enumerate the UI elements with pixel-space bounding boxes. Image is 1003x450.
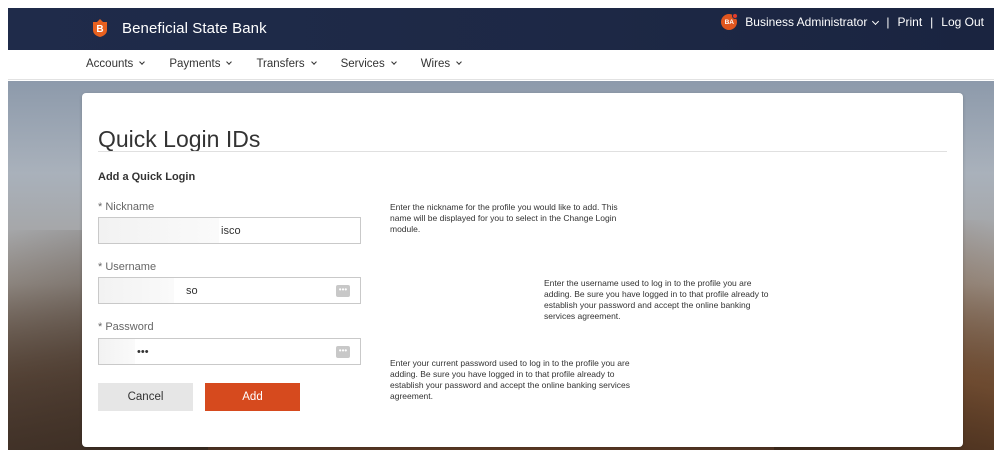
nickname-value: isco — [221, 225, 241, 237]
password-manager-icon[interactable]: ••• — [336, 346, 350, 358]
title-divider — [98, 151, 947, 152]
logout-link[interactable]: Log Out — [941, 15, 984, 29]
nickname-field[interactable]: isco — [98, 217, 361, 244]
logo-letter: B — [96, 24, 103, 35]
separator: | — [886, 15, 890, 29]
password-label: * Password — [98, 321, 154, 333]
nav-accounts[interactable]: Accounts — [86, 58, 146, 70]
username-label: * Username — [98, 261, 157, 273]
nickname-label: * Nickname — [98, 201, 155, 213]
brand-name[interactable]: Beneficial State Bank — [122, 20, 267, 37]
main-nav: Accounts Payments Transfers Services Wir… — [8, 50, 994, 80]
chevron-down-icon — [456, 59, 462, 65]
chevron-down-icon — [310, 59, 317, 65]
section-title: Add a Quick Login — [98, 171, 196, 183]
password-field[interactable]: ••• ••• — [98, 338, 361, 365]
chevron-down-icon — [139, 59, 146, 65]
password-manager-icon[interactable]: ••• — [336, 285, 350, 297]
password-value: ••• — [137, 346, 149, 358]
nav-transfers[interactable]: Transfers — [256, 58, 317, 70]
nav-services-label: Services — [340, 58, 385, 70]
bank-logo-icon[interactable]: B — [91, 18, 109, 38]
quick-login-card: Quick Login IDs Add a Quick Login * Nick… — [82, 93, 963, 447]
separator: | — [930, 15, 934, 29]
nav-wires-label: Wires — [420, 58, 451, 70]
user-menu[interactable]: Business Administrator — [745, 15, 880, 29]
nav-wires[interactable]: Wires — [420, 58, 462, 70]
nav-transfers-label: Transfers — [256, 58, 305, 70]
user-avatar: BA — [721, 13, 739, 30]
print-link[interactable]: Print — [897, 15, 922, 29]
nav-services[interactable]: Services — [340, 58, 397, 70]
page-title: Quick Login IDs — [98, 126, 261, 152]
redacted-area — [99, 218, 219, 243]
username-value: so — [186, 285, 198, 297]
chevron-down-icon — [872, 17, 880, 26]
username-help: Enter the username used to log in to the… — [544, 278, 769, 321]
user-menu-label: Business Administrator — [745, 15, 868, 29]
nickname-help: Enter the nickname for the profile you w… — [390, 202, 618, 234]
chevron-down-icon — [226, 59, 233, 65]
password-help: Enter your current password used to log … — [390, 358, 631, 401]
redacted-area — [99, 278, 174, 303]
notification-dot — [732, 13, 739, 19]
username-field[interactable]: so ••• — [98, 277, 361, 304]
nav-payments-label: Payments — [169, 58, 221, 70]
redacted-area — [99, 339, 135, 364]
top-header: B Beneficial State Bank BA Business Admi… — [8, 8, 994, 50]
nav-accounts-label: Accounts — [86, 58, 134, 70]
user-initials: BA — [724, 18, 734, 26]
add-button[interactable]: Add — [205, 383, 300, 411]
nav-payments[interactable]: Payments — [169, 58, 233, 70]
cancel-button[interactable]: Cancel — [98, 383, 193, 411]
chevron-down-icon — [390, 59, 397, 65]
user-controls: BA Business Administrator | Print | Log … — [721, 13, 984, 30]
